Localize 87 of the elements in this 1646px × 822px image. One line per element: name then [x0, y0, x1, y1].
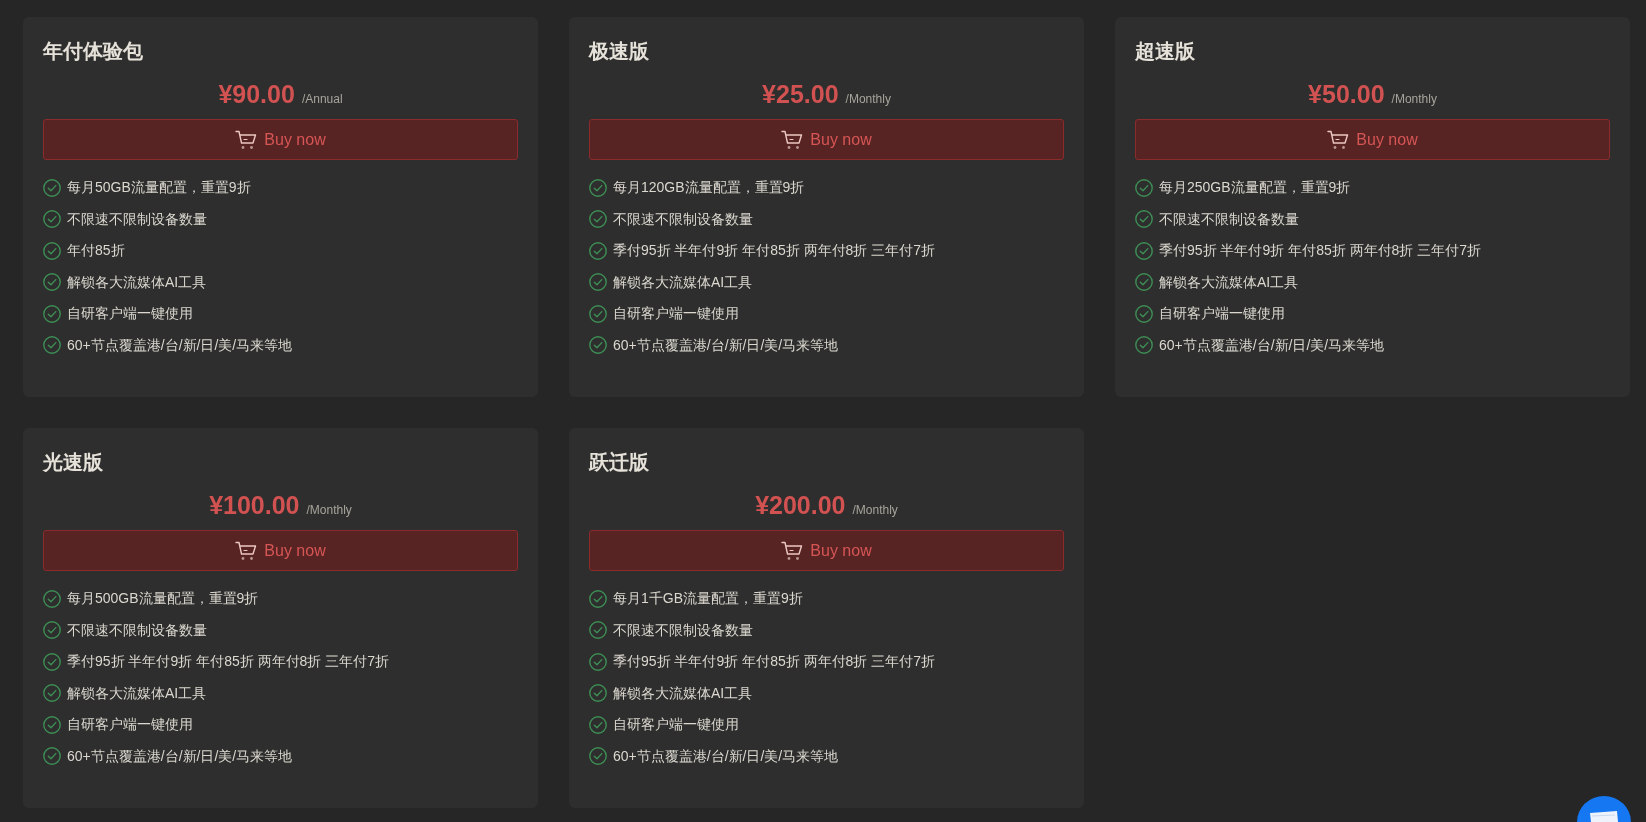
check-circle-icon [43, 652, 61, 671]
feature-text: 不限速不限制设备数量 [613, 209, 753, 229]
check-circle-icon [589, 589, 607, 608]
feature-text: 每月500GB流量配置，重置9折 [67, 589, 259, 609]
price-amount: ¥200.00 [755, 490, 846, 520]
feature-text: 自研客户端一键使用 [67, 304, 193, 324]
feature-text: 60+节点覆盖港/台/新/日/美/马来等地 [613, 335, 839, 355]
price-period: /Monthly [852, 503, 898, 517]
check-circle-icon [589, 652, 607, 671]
feature-text: 自研客户端一键使用 [613, 715, 739, 735]
check-circle-icon [43, 684, 61, 703]
buy-now-button[interactable]: Buy now [1135, 119, 1610, 160]
check-circle-icon [43, 589, 61, 608]
cart-icon [1327, 129, 1350, 150]
check-circle-icon [589, 747, 607, 766]
feature-text: 每月250GB流量配置，重置9折 [1159, 178, 1351, 198]
plan-title: 年付体验包 [43, 39, 143, 63]
check-circle-icon [589, 715, 607, 734]
feature-text: 60+节点覆盖港/台/新/日/美/马来等地 [67, 335, 293, 355]
feature-text: 每月50GB流量配置，重置9折 [67, 178, 251, 198]
check-circle-icon [589, 178, 607, 197]
cart-icon [235, 540, 258, 561]
check-circle-icon [1135, 304, 1153, 323]
feature-text: 不限速不限制设备数量 [1159, 209, 1299, 229]
price-period: /Monthly [306, 503, 352, 517]
check-circle-icon [43, 747, 61, 766]
feature-text: 自研客户端一键使用 [613, 304, 739, 324]
feature-text: 不限速不限制设备数量 [67, 209, 207, 229]
feature-text: 解锁各大流媒体AI工具 [613, 272, 753, 292]
plan-title: 跃迁版 [589, 450, 649, 474]
check-circle-icon [1135, 178, 1153, 197]
check-circle-icon [43, 715, 61, 734]
check-circle-icon [1135, 210, 1153, 229]
check-circle-icon [43, 210, 61, 229]
feature-text: 解锁各大流媒体AI工具 [613, 683, 753, 703]
document-icon [1589, 811, 1619, 822]
check-circle-icon [1135, 273, 1153, 292]
feature-text: 解锁各大流媒体AI工具 [67, 272, 207, 292]
buy-now-button[interactable]: Buy now [43, 530, 518, 571]
feature-text: 解锁各大流媒体AI工具 [67, 683, 207, 703]
feature-text: 解锁各大流媒体AI工具 [1159, 272, 1299, 292]
check-circle-icon [1135, 336, 1153, 355]
feature-text: 每月120GB流量配置，重置9折 [613, 178, 805, 198]
cart-icon [235, 129, 258, 150]
check-circle-icon [43, 241, 61, 260]
price-amount: ¥50.00 [1308, 79, 1385, 109]
check-circle-icon [589, 304, 607, 323]
price-amount: ¥90.00 [218, 79, 295, 109]
check-circle-icon [589, 241, 607, 260]
cart-icon [781, 129, 804, 150]
check-circle-icon [589, 210, 607, 229]
plan-title: 极速版 [589, 39, 649, 63]
feature-text: 自研客户端一键使用 [1159, 304, 1285, 324]
feature-text: 60+节点覆盖港/台/新/日/美/马来等地 [613, 746, 839, 766]
price-period: /Annual [301, 92, 343, 106]
feature-text: 不限速不限制设备数量 [613, 620, 753, 640]
feature-text: 季付95折 半年付9折 年付85折 两年付8折 三年付7折 [1159, 241, 1482, 261]
check-circle-icon [589, 684, 607, 703]
plan-title: 光速版 [43, 450, 103, 474]
price-period: /Monthly [1391, 92, 1437, 106]
feature-text: 自研客户端一键使用 [67, 715, 193, 735]
feature-text: 不限速不限制设备数量 [67, 620, 207, 640]
buy-now-button[interactable]: Buy now [589, 530, 1064, 571]
feature-text: 季付95折 半年付9折 年付85折 两年付8折 三年付7折 [67, 652, 390, 672]
price-amount: ¥25.00 [762, 79, 839, 109]
plan-title: 超速版 [1135, 39, 1195, 63]
price-period: /Monthly [845, 92, 891, 106]
check-circle-icon [1135, 241, 1153, 260]
feature-text: 60+节点覆盖港/台/新/日/美/马来等地 [1159, 335, 1385, 355]
feature-text: 季付95折 半年付9折 年付85折 两年付8折 三年付7折 [613, 652, 936, 672]
check-circle-icon [589, 273, 607, 292]
feature-text: 年付85折 [67, 241, 125, 261]
buy-now-button[interactable]: Buy now [43, 119, 518, 160]
cart-icon [781, 540, 804, 561]
floating-action-button[interactable] [1577, 796, 1631, 822]
check-circle-icon [43, 178, 61, 197]
check-circle-icon [43, 273, 61, 292]
price-amount: ¥100.00 [209, 490, 300, 520]
feature-text: 每月1千GB流量配置，重置9折 [613, 589, 803, 609]
check-circle-icon [43, 336, 61, 355]
check-circle-icon [43, 621, 61, 640]
buy-now-button[interactable]: Buy now [589, 119, 1064, 160]
check-circle-icon [589, 336, 607, 355]
check-circle-icon [589, 621, 607, 640]
feature-text: 季付95折 半年付9折 年付85折 两年付8折 三年付7折 [613, 241, 936, 261]
check-circle-icon [43, 304, 61, 323]
feature-text: 60+节点覆盖港/台/新/日/美/马来等地 [67, 746, 293, 766]
